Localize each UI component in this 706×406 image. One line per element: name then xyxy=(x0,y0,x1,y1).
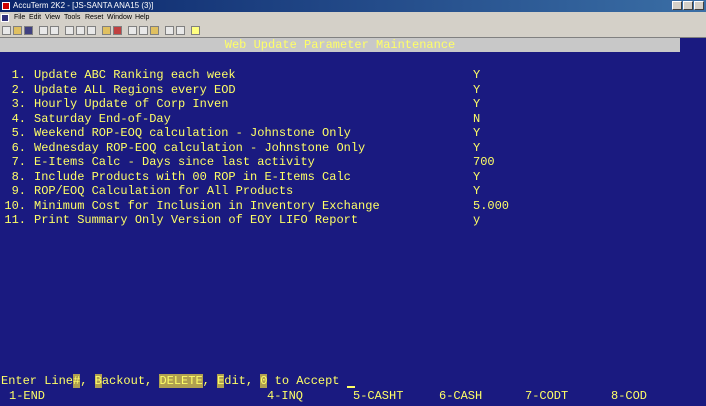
print-preview-icon[interactable] xyxy=(50,26,59,35)
item-value: Y xyxy=(473,184,481,198)
window-title: AccuTerm 2K2 - [JS-SANTA ANA15 (3)] xyxy=(13,1,154,10)
new-icon[interactable] xyxy=(2,26,11,35)
text-cursor xyxy=(346,375,355,388)
item-value: y xyxy=(473,213,481,227)
list-item: 4. Saturday End-of-Day N xyxy=(0,111,481,126)
item-number: 8. xyxy=(11,169,26,184)
open-icon[interactable] xyxy=(13,26,22,35)
prompt-text: Enter Line xyxy=(1,374,74,388)
fkey-end[interactable]: 1-END xyxy=(9,389,45,403)
copy-icon[interactable] xyxy=(65,26,74,35)
screen-header: Web Update Parameter Maintenance xyxy=(0,38,680,52)
item-label: Update ALL Regions every EOD xyxy=(34,82,236,97)
fkey-cod[interactable]: 8-COD xyxy=(611,389,647,403)
item-label: Print Summary Only Version of EOY LIFO R… xyxy=(34,213,359,227)
list-item: 2. Update ALL Regions every EOD Y xyxy=(0,82,481,97)
item-number: 6. xyxy=(11,140,26,155)
settings-icon[interactable] xyxy=(139,26,148,35)
item-label: Update ABC Ranking each week xyxy=(34,68,236,82)
menu-tools[interactable]: Tools xyxy=(64,12,80,24)
help-icon[interactable] xyxy=(191,26,200,35)
item-number: 1. xyxy=(11,68,26,82)
item-label: Weekend ROP-EOQ calculation - Johnstone … xyxy=(34,126,351,140)
list-item: 10. Minimum Cost for Inclusion in Invento… xyxy=(0,198,509,213)
item-value: Y xyxy=(473,126,481,140)
item-number: 5. xyxy=(11,126,26,140)
fkey-casht[interactable]: 5-CASHT xyxy=(353,389,403,403)
document-icon[interactable] xyxy=(1,14,9,22)
properties-icon[interactable] xyxy=(150,26,159,35)
item-label: Wednesday ROP-EOQ calculation - Johnston… xyxy=(34,140,366,155)
close-button[interactable] xyxy=(694,1,704,10)
capture-icon[interactable] xyxy=(128,26,137,35)
prompt-text: ackout, xyxy=(101,374,160,388)
item-number: 10. xyxy=(4,198,26,213)
item-value: 5.000 xyxy=(473,198,510,213)
prompt-text: , xyxy=(202,374,218,388)
maximize-button[interactable] xyxy=(683,1,693,10)
item-value: 700 xyxy=(473,155,495,169)
item-value: Y xyxy=(473,169,481,184)
toolbar xyxy=(0,25,706,38)
menu-file[interactable]: File xyxy=(14,12,25,24)
menu-view[interactable]: View xyxy=(45,12,60,24)
list-item: 6. Wednesday ROP-EOQ calculation - Johnst… xyxy=(0,140,481,155)
keyboard-icon[interactable] xyxy=(176,26,185,35)
item-number: 3. xyxy=(11,97,26,111)
item-value: Y xyxy=(473,82,481,97)
fkey-inq[interactable]: 4-INQ xyxy=(267,389,303,403)
menu-edit[interactable]: Edit xyxy=(29,12,41,24)
item-value: N xyxy=(473,111,481,126)
minimize-button[interactable] xyxy=(672,1,682,10)
fkey-codt[interactable]: 7-CODT xyxy=(525,389,568,403)
list-item: 11. Print Summary Only Version of EOY LIF… xyxy=(0,213,480,227)
list-item: 3. Hourly Update of Corp Inven Y xyxy=(0,97,481,111)
prompt-key-backout: B xyxy=(94,374,102,388)
print-icon[interactable] xyxy=(39,26,48,35)
item-number: 9. xyxy=(11,184,26,198)
item-label: ROP/EOQ Calculation for All Products xyxy=(34,184,294,198)
list-item: 5. Weekend ROP-EOQ calculation - Johnston… xyxy=(0,126,481,140)
item-number: 2. xyxy=(11,82,26,97)
prompt-text: dit, xyxy=(224,374,261,388)
receive-icon[interactable] xyxy=(113,26,122,35)
prompt-key-delete: DELETE xyxy=(159,374,203,388)
macro-icon[interactable] xyxy=(165,26,174,35)
paste-icon[interactable] xyxy=(76,26,85,35)
menu-window[interactable]: Window xyxy=(107,12,132,24)
item-number: 7. xyxy=(11,155,26,169)
send-icon[interactable] xyxy=(102,26,111,35)
find-icon[interactable] xyxy=(87,26,96,35)
title-bar: AccuTerm 2K2 - [JS-SANTA ANA15 (3)] xyxy=(0,0,706,12)
item-value: Y xyxy=(473,140,481,155)
menu-reset[interactable]: Reset xyxy=(85,12,103,24)
list-item: 1. Update ABC Ranking each week Y xyxy=(0,68,481,82)
item-value: Y xyxy=(473,68,481,82)
menu-bar: File Edit View Tools Reset Window Help xyxy=(0,12,706,24)
fkey-cash[interactable]: 6-CASH xyxy=(439,389,482,403)
menu-help[interactable]: Help xyxy=(135,12,149,24)
terminal-screen[interactable]: Web Update Parameter Maintenance 1. Updat… xyxy=(0,38,706,406)
item-label: Minimum Cost for Inclusion in Inventory … xyxy=(34,198,380,213)
save-icon[interactable] xyxy=(24,26,33,35)
app-icon[interactable] xyxy=(2,2,10,10)
list-item: 9. ROP/EOQ Calculation for All Products Y xyxy=(0,184,481,198)
item-value: Y xyxy=(473,97,481,111)
prompt-text: , xyxy=(80,374,95,388)
command-prompt[interactable]: Enter Line#, Backout, DELETE, Edit, 0 to… xyxy=(1,374,355,388)
list-item: 7. E-Items Calc - Days since last activit… xyxy=(0,155,495,169)
item-label: Saturday End-of-Day xyxy=(34,111,171,126)
item-label: Include Products with 00 ROP in E-Items … xyxy=(34,169,351,184)
prompt-text: to Accept xyxy=(267,374,347,388)
item-number: 11. xyxy=(4,213,26,227)
item-label: E-Items Calc - Days since last activity xyxy=(34,155,315,169)
item-number: 4. xyxy=(11,111,26,126)
item-label: Hourly Update of Corp Inven xyxy=(34,97,229,111)
list-item: 8. Include Products with 00 ROP in E-Item… xyxy=(0,169,481,184)
window-controls xyxy=(671,1,704,11)
